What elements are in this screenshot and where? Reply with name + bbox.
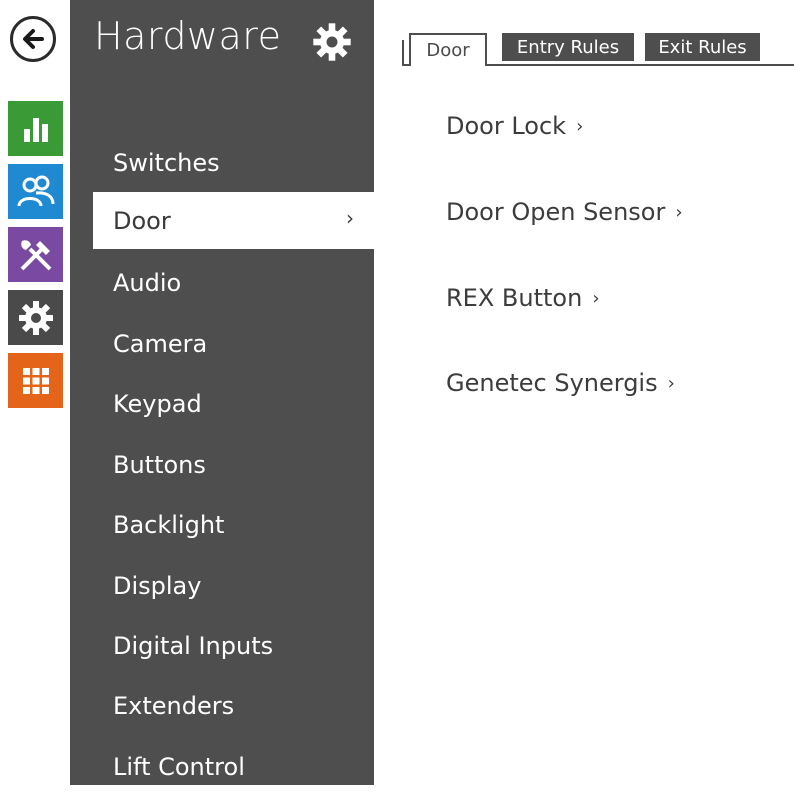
gear-icon: [18, 300, 53, 335]
door-open-sensor-link[interactable]: Door Open Sensor ›: [446, 198, 683, 226]
settings-button[interactable]: [310, 20, 354, 64]
link-label: Genetec Synergis: [446, 369, 658, 397]
door-lock-link[interactable]: Door Lock ›: [446, 112, 583, 140]
rex-button-link[interactable]: REX Button ›: [446, 284, 600, 312]
gear-icon: [313, 23, 351, 61]
menu-item-label: Extenders: [113, 691, 235, 720]
menu-item-lift-control[interactable]: Lift Control: [70, 738, 374, 795]
link-label: Door Open Sensor: [446, 198, 666, 226]
tab-exit-rules[interactable]: Exit Rules: [645, 33, 760, 61]
menu-item-backlight[interactable]: Backlight: [70, 496, 374, 553]
genetec-synergis-link[interactable]: Genetec Synergis ›: [446, 369, 675, 397]
menu-item-audio[interactable]: Audio: [70, 254, 374, 311]
users-icon: [17, 175, 54, 206]
menu-item-label: Camera: [113, 329, 208, 358]
tab-bar-edge: [402, 40, 404, 66]
menu-item-label: Buttons: [113, 450, 206, 479]
icon-rail: [0, 0, 70, 785]
menu-item-label: Switches: [113, 148, 220, 177]
tab-door[interactable]: Door: [409, 33, 487, 66]
link-label: Door Lock: [446, 112, 567, 140]
menu-item-label: Backlight: [113, 510, 225, 539]
chevron-right-icon: ›: [346, 206, 354, 230]
menu-item-display[interactable]: Display: [70, 557, 374, 614]
menu-item-switches[interactable]: Switches: [70, 134, 374, 191]
tools-icon: [20, 239, 51, 270]
hardware-nav-button[interactable]: [8, 227, 63, 282]
bar-chart-icon: [23, 117, 48, 142]
menu-item-label: Digital Inputs: [113, 631, 274, 660]
menu-item-door[interactable]: Door ›: [93, 192, 374, 249]
menu-item-label: Lift Control: [113, 752, 245, 781]
menu-item-label: Audio: [113, 268, 182, 297]
menu-item-label: Door: [113, 206, 171, 235]
back-arrow-icon: [23, 29, 44, 49]
services-nav-button[interactable]: [8, 290, 63, 345]
menu-item-label: Keypad: [113, 389, 202, 418]
tab-entry-rules[interactable]: Entry Rules: [502, 33, 634, 61]
menu-item-extenders[interactable]: Extenders: [70, 677, 374, 734]
chevron-right-icon: ›: [667, 373, 675, 394]
menu-item-digital-inputs[interactable]: Digital Inputs: [70, 617, 374, 674]
hardware-menu: Hardware Switches Door › Audio Camera Ke…: [70, 0, 374, 785]
chevron-right-icon: ›: [592, 288, 600, 309]
grid-icon: [22, 367, 49, 394]
chevron-right-icon: ›: [576, 116, 584, 137]
menu-item-camera[interactable]: Camera: [70, 315, 374, 372]
system-nav-button[interactable]: [8, 353, 63, 408]
status-nav-button[interactable]: [8, 101, 63, 156]
menu-title: Hardware: [94, 14, 282, 58]
menu-item-buttons[interactable]: Buttons: [70, 436, 374, 493]
back-button[interactable]: [10, 16, 56, 62]
chevron-right-icon: ›: [675, 202, 683, 223]
menu-item-label: Display: [113, 571, 202, 600]
directory-nav-button[interactable]: [8, 164, 63, 219]
menu-item-keypad[interactable]: Keypad: [70, 375, 374, 432]
link-label: REX Button: [446, 284, 583, 312]
